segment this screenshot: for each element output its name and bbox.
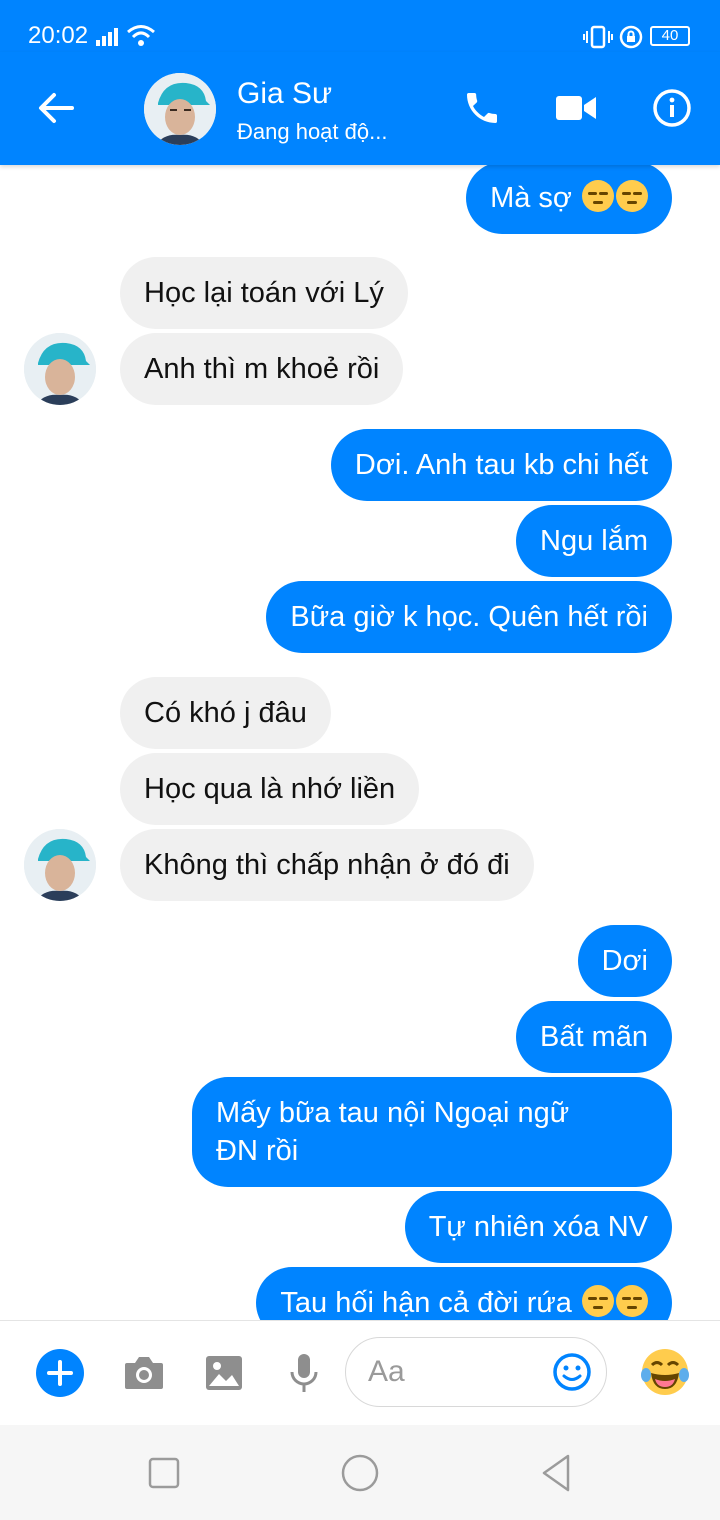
back-arrow-icon	[39, 93, 74, 123]
camera-button[interactable]	[120, 1349, 168, 1397]
message-text: Mà sợ	[490, 182, 572, 214]
message-input[interactable]: Aa	[345, 1337, 607, 1407]
info-icon	[653, 89, 691, 127]
video-call-button[interactable]	[544, 74, 608, 142]
message-bubble-outgoing[interactable]: Dơi. Anh tau kb chi hết	[330, 429, 672, 501]
message-bubble-outgoing[interactable]: Ngu lắm	[516, 505, 672, 577]
more-actions-button[interactable]	[36, 1349, 84, 1397]
gallery-button[interactable]	[200, 1349, 248, 1397]
message-text: Mấy bữa tau nội Ngoại ngữ	[216, 1097, 570, 1129]
square-icon	[148, 1457, 180, 1489]
pensive-face-icon	[582, 180, 614, 212]
message-bubble-incoming[interactable]: Không thì chấp nhận ở đó đi	[120, 829, 534, 901]
contact-name[interactable]: Gia Sư	[237, 77, 332, 111]
lock-rotation-icon	[619, 25, 643, 54]
pensive-face-icon	[616, 180, 648, 212]
smiley-icon	[553, 1353, 591, 1391]
person-photo-icon	[24, 333, 96, 405]
message-bubble-outgoing[interactable]: Mà sợ	[466, 165, 672, 234]
signal-icon	[96, 28, 120, 51]
voice-message-button[interactable]	[280, 1349, 328, 1397]
message-composer: Aa	[0, 1320, 720, 1426]
camera-icon	[125, 1357, 163, 1389]
conversation-header: Gia Sư Đang hoạt độ...	[0, 52, 720, 165]
home-button[interactable]	[330, 1449, 390, 1497]
wifi-icon	[126, 24, 156, 53]
message-text: Không thì chấp nhận ở đó đi	[144, 849, 510, 881]
person-photo-icon	[144, 73, 216, 145]
message-bubble-incoming[interactable]: Anh thì m khoẻ rồi	[120, 333, 404, 405]
back-nav-button[interactable]	[526, 1449, 586, 1497]
sad-relieved-face-icon	[582, 1285, 614, 1317]
sender-avatar[interactable]	[24, 333, 96, 405]
message-bubble-outgoing[interactable]: Bất mãn	[516, 1001, 672, 1073]
message-bubble-outgoing[interactable]: Dơi	[577, 925, 672, 997]
image-icon	[206, 1356, 242, 1390]
conversation-info-button[interactable]	[638, 74, 706, 142]
message-text: Anh thì m khoẻ rồi	[144, 353, 380, 385]
status-time: 20:02	[28, 22, 89, 49]
circle-icon	[341, 1454, 379, 1492]
voice-call-button[interactable]	[450, 74, 514, 142]
message-text: Có khó j đâu	[144, 697, 307, 729]
message-text: Ngu lắm	[540, 525, 648, 557]
recent-apps-button[interactable]	[134, 1451, 194, 1495]
message-text: Dơi. Anh tau kb chi hết	[354, 449, 648, 481]
back-button[interactable]	[22, 74, 90, 142]
presence-status: Đang hoạt độ...	[237, 119, 388, 144]
system-navigation-bar	[0, 1425, 720, 1520]
message-bubble-outgoing[interactable]: Tau hối hận cả đời rứa	[256, 1267, 672, 1320]
laughing-tears-emoji-icon	[641, 1349, 689, 1395]
message-bubble-outgoing[interactable]: Mấy bữa tau nội Ngoại ngữ ĐN rồi	[192, 1077, 672, 1187]
quick-reaction-button[interactable]	[638, 1345, 692, 1399]
message-text-line2: ĐN rồi	[216, 1135, 299, 1167]
microphone-icon	[290, 1354, 318, 1392]
message-text: Học lại toán với Lý	[144, 277, 384, 309]
message-text: Bất mãn	[540, 1021, 648, 1053]
message-text: Dơi	[601, 945, 648, 977]
phone-icon	[467, 93, 497, 123]
triangle-back-icon	[542, 1454, 570, 1492]
plus-icon	[47, 1360, 73, 1386]
video-camera-icon	[556, 96, 596, 120]
message-text: Bữa giờ k học. Quên hết rồi	[290, 601, 648, 633]
vibrate-icon	[583, 25, 613, 54]
message-bubble-outgoing[interactable]: Tự nhiên xóa NV	[404, 1191, 672, 1263]
message-bubble-outgoing[interactable]: Bữa giờ k học. Quên hết rồi	[266, 581, 672, 653]
battery-level: 40	[661, 27, 679, 44]
message-bubble-incoming[interactable]: Có khó j đâu	[120, 677, 331, 749]
sad-relieved-face-icon	[616, 1285, 648, 1317]
message-text: Học qua là nhớ liền	[144, 773, 396, 805]
message-input-placeholder: Aa	[368, 1355, 405, 1388]
message-text: Tự nhiên xóa NV	[428, 1211, 648, 1243]
battery-icon: 40	[650, 26, 690, 46]
contact-avatar[interactable]	[144, 73, 216, 145]
message-list[interactable]: Mà sợ Học lại toán với Lý Anh thì m khoẻ…	[0, 165, 720, 1320]
message-bubble-incoming[interactable]: Học lại toán với Lý	[120, 257, 408, 329]
status-bar: 20:02 40	[0, 0, 720, 56]
message-text: Tau hối hận cả đời rứa	[280, 1287, 572, 1319]
person-photo-icon	[24, 829, 96, 901]
emoji-picker-button[interactable]	[550, 1350, 594, 1394]
message-bubble-incoming[interactable]: Học qua là nhớ liền	[120, 753, 420, 825]
sender-avatar[interactable]	[24, 829, 96, 901]
